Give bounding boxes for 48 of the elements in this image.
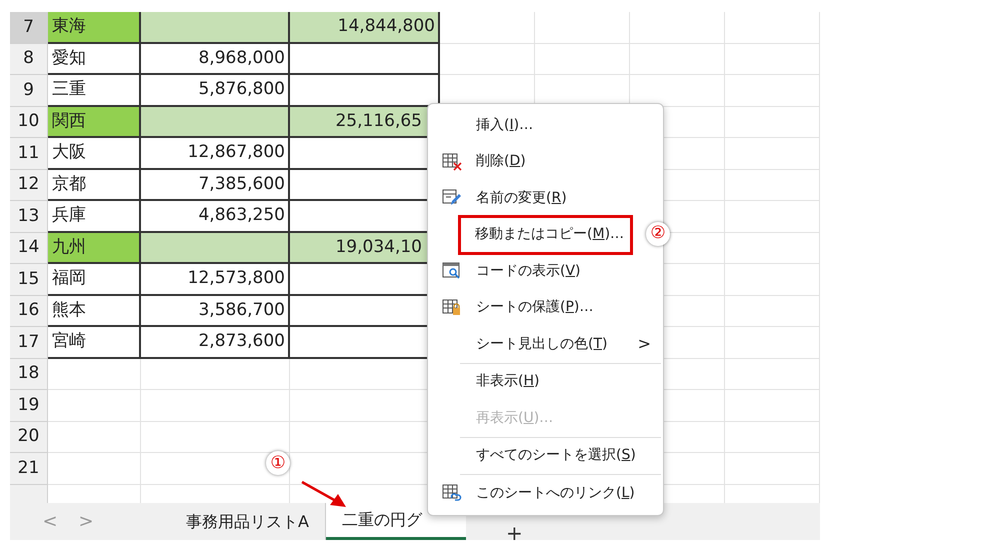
table-cell: 京都: [48, 170, 141, 201]
table-cell: 12,867,800: [141, 138, 290, 170]
sheet-link-icon: [442, 484, 462, 502]
table-cell: 宮崎: [48, 327, 141, 358]
menu-item[interactable]: 移動またはコピー(M)…: [458, 214, 633, 255]
row-header[interactable]: 18: [10, 358, 48, 390]
table-cell: 愛知: [48, 44, 141, 75]
table-cell: 熊本: [48, 296, 141, 327]
delete-sheet-icon: [442, 152, 462, 171]
row-header[interactable]: 16: [10, 296, 48, 327]
rename-icon: [442, 189, 462, 208]
row-header[interactable]: 14: [10, 232, 48, 264]
row-header[interactable]: 13: [10, 201, 48, 232]
menu-item[interactable]: 名前の変更(R): [428, 180, 663, 216]
row-header[interactable]: 11: [10, 138, 48, 170]
menu-item[interactable]: すべてのシートを選択(S): [428, 438, 663, 474]
menu-item[interactable]: 非表示(H): [428, 364, 663, 400]
table-cell: 関西: [48, 106, 141, 138]
table-cell: 8,968,000: [141, 44, 290, 75]
row-header[interactable]: 15: [10, 264, 48, 296]
row-header[interactable]: 19: [10, 390, 48, 422]
table-cell: 九州: [48, 232, 141, 264]
row-header[interactable]: 10: [10, 106, 48, 138]
table-cell: 7,385,600: [141, 170, 290, 201]
table-cell: 2,873,600: [141, 327, 290, 358]
code-view-icon: [442, 262, 462, 280]
table-cell: 3,586,700: [141, 296, 290, 327]
menu-item[interactable]: シートの保護(P)…: [428, 290, 663, 326]
table-cell: 12,573,800: [141, 264, 290, 296]
table-cell: 福岡: [48, 264, 141, 296]
lock-sheet-icon: [442, 298, 462, 317]
row-header[interactable]: 8: [10, 44, 48, 75]
row-header[interactable]: 21: [10, 453, 48, 484]
table-cell: 大阪: [48, 138, 141, 170]
menu-item[interactable]: 削除(D): [428, 144, 663, 180]
row-header[interactable]: 17: [10, 327, 48, 358]
menu-item[interactable]: シート見出しの色(T) >: [428, 326, 663, 362]
table-cell: 14,844,800: [290, 12, 440, 44]
step-badge: ②: [646, 222, 670, 246]
add-sheet-button[interactable]: +: [506, 522, 523, 542]
row-header[interactable]: 20: [10, 422, 48, 453]
row-header[interactable]: 7: [10, 12, 48, 44]
pointer-arrow: [300, 480, 348, 508]
row-header[interactable]: [10, 484, 48, 504]
step-badge: ①: [266, 451, 290, 475]
row-header[interactable]: 9: [10, 75, 48, 106]
table-cell: 東海: [48, 12, 141, 44]
row-header[interactable]: 12: [10, 170, 48, 201]
